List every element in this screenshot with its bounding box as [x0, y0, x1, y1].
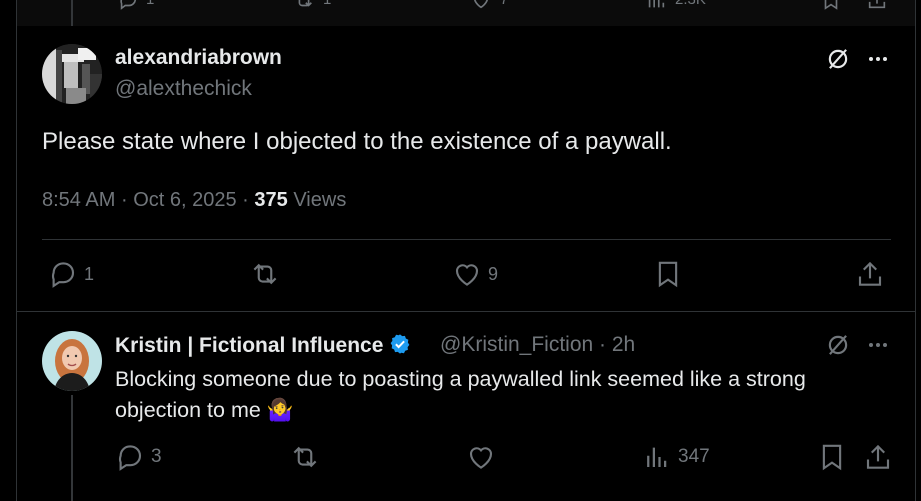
like-icon: [455, 264, 479, 286]
more-options-icon[interactable]: [864, 331, 892, 359]
tweet-text: Please state where I objected to the exi…: [42, 128, 672, 155]
repost-button[interactable]: [290, 442, 320, 472]
reply-icon: [118, 445, 142, 471]
views-button[interactable]: 347: [642, 442, 710, 472]
thread-line-top: [71, 0, 73, 26]
grok-icon[interactable]: [824, 45, 852, 73]
avatar[interactable]: [42, 44, 102, 104]
previous-views-count: 2.3K: [675, 0, 706, 8]
divider: [42, 239, 891, 240]
reply-icon: [51, 262, 75, 288]
reply-count: 3: [151, 446, 162, 467]
avatar[interactable]: [42, 331, 102, 391]
tweet-time[interactable]: 8:54 AM: [42, 189, 115, 211]
share-button[interactable]: [855, 259, 885, 289]
views-icon: [647, 447, 667, 467]
share-icon[interactable]: [866, 0, 888, 11]
reply-handle: @Kristin_Fiction · 2h: [440, 333, 635, 357]
reply-display-name[interactable]: Kristin | Fictional Influence: [115, 334, 383, 357]
like-icon: [469, 447, 493, 469]
like-button[interactable]: [466, 442, 496, 472]
reply-button[interactable]: 3: [115, 442, 162, 472]
grok-icon[interactable]: [824, 331, 852, 359]
bookmark-icon: [822, 444, 842, 471]
column-border-left: [16, 0, 17, 501]
views-count: 347: [678, 446, 710, 467]
bookmark-icon[interactable]: [820, 0, 842, 11]
views-count: 375: [254, 189, 288, 211]
reply-text: Blocking someone due to poasting a paywa…: [115, 367, 806, 422]
like-icon[interactable]: [470, 0, 492, 11]
repost-icon: [293, 446, 317, 468]
bookmark-button[interactable]: [653, 259, 683, 289]
like-count: 9: [488, 263, 499, 284]
user-handle[interactable]: @alexthechick: [115, 77, 252, 101]
reply-button[interactable]: 1: [48, 259, 94, 289]
reply-time-ago[interactable]: · 2h: [599, 333, 635, 356]
share-icon: [866, 444, 890, 469]
previous-like-count: 7: [500, 0, 508, 8]
reply-user-handle[interactable]: @Kristin_Fiction: [440, 333, 593, 356]
reply-icon[interactable]: [117, 0, 139, 11]
verified-badge-icon: [391, 334, 410, 354]
bookmark-button[interactable]: [817, 442, 847, 472]
column-border-right: [915, 0, 916, 501]
section-divider: [16, 311, 916, 312]
share-icon: [858, 261, 882, 286]
views-label: Views: [293, 189, 347, 211]
thread-line: [71, 395, 73, 501]
display-name[interactable]: alexandriabrown: [115, 46, 282, 70]
more-options-icon[interactable]: [864, 45, 892, 73]
tweet-date[interactable]: Oct 6, 2025: [133, 189, 236, 211]
bookmark-icon: [658, 261, 678, 288]
separator: ·: [242, 189, 249, 211]
reply-count: 1: [84, 263, 95, 284]
like-button[interactable]: 9: [452, 259, 498, 289]
previous-repost-count: 1: [323, 0, 331, 8]
repost-icon[interactable]: [293, 0, 315, 11]
tweet-meta: 8:54 AM · Oct 6, 2025 · 375 Views: [42, 189, 346, 212]
share-button[interactable]: [863, 442, 893, 472]
previous-reply-count: 1: [146, 0, 154, 8]
separator: ·: [120, 189, 128, 211]
views-icon[interactable]: [645, 0, 667, 11]
repost-button[interactable]: [250, 259, 280, 289]
repost-icon: [253, 263, 277, 285]
reply-author: Kristin | Fictional Influence: [115, 333, 411, 358]
